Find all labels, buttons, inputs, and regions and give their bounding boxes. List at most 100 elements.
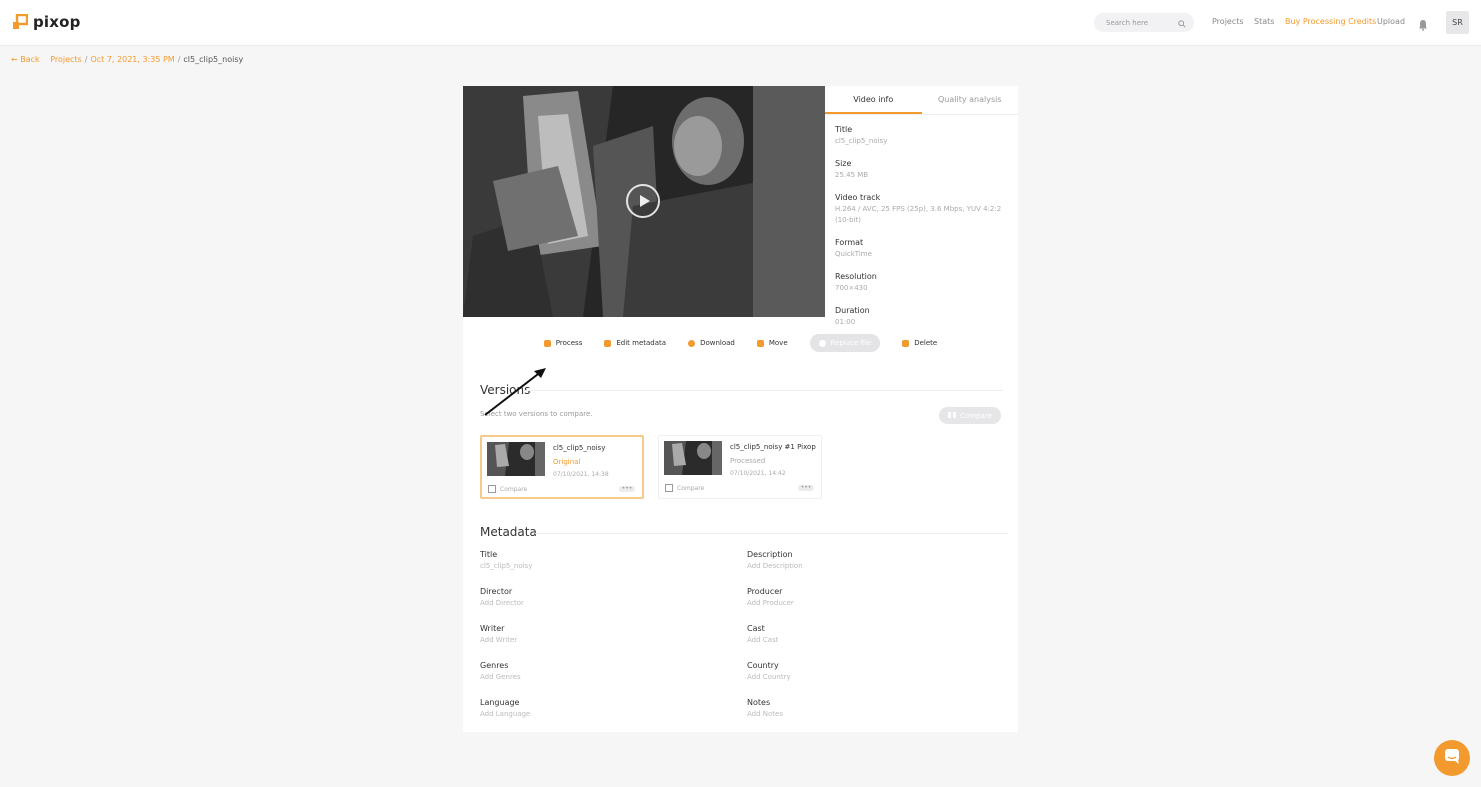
logo-text: pixop bbox=[33, 13, 81, 31]
edit-metadata-button[interactable]: Edit metadata bbox=[604, 339, 666, 347]
breadcrumb-separator: / bbox=[177, 55, 181, 64]
checkbox-icon[interactable] bbox=[488, 485, 496, 493]
avatar[interactable]: SR bbox=[1446, 11, 1469, 34]
metadata-value[interactable]: Add Country bbox=[747, 672, 987, 683]
back-link[interactable]: ← Back bbox=[11, 55, 40, 64]
compare-label: Compare bbox=[960, 411, 992, 420]
version-card-original[interactable]: cl5_clip5_noisy Original 07/10/2021, 14:… bbox=[480, 435, 644, 499]
process-button[interactable]: Process bbox=[543, 339, 582, 347]
metadata-field-producer[interactable]: Producer Add Producer bbox=[747, 586, 987, 623]
edit-metadata-label: Edit metadata bbox=[616, 339, 667, 347]
video-info-panel: Title cl5_clip5_noisy Size 25.45 MB Vide… bbox=[835, 124, 1010, 339]
move-button[interactable]: Move bbox=[756, 339, 788, 347]
metadata-field-writer[interactable]: Writer Add Writer bbox=[480, 623, 720, 660]
video-player[interactable] bbox=[463, 86, 825, 317]
metadata-label: Title bbox=[480, 550, 498, 559]
chat-icon bbox=[1444, 748, 1460, 768]
metadata-value[interactable]: Add Cast bbox=[747, 635, 987, 646]
info-label: Title bbox=[835, 125, 853, 134]
nav-upload[interactable]: Upload bbox=[1377, 17, 1405, 26]
metadata-label: Cast bbox=[747, 624, 765, 633]
download-label: Download bbox=[700, 339, 735, 347]
tab-video-info[interactable]: Video info bbox=[825, 86, 922, 114]
metadata-label: Language bbox=[480, 698, 520, 707]
metadata-field-genres[interactable]: Genres Add Genres bbox=[480, 660, 720, 697]
info-value: 700×430 bbox=[835, 284, 868, 292]
info-label: Size bbox=[835, 159, 852, 168]
metadata-field-description[interactable]: Description Add Description bbox=[747, 549, 987, 586]
chat-launcher-button[interactable] bbox=[1434, 740, 1470, 776]
info-tabs: Video info Quality analysis bbox=[825, 86, 1018, 115]
trash-icon bbox=[902, 339, 910, 347]
breadcrumb-current: cl5_clip5_noisy bbox=[183, 55, 244, 64]
version-status: Processed bbox=[730, 457, 766, 465]
version-card-processed[interactable]: cl5_clip5_noisy #1 Pixop Processed 07/10… bbox=[658, 435, 822, 499]
pixop-logo[interactable]: pixop bbox=[12, 13, 81, 31]
nav-projects[interactable]: Projects bbox=[1212, 17, 1244, 26]
version-thumbnail bbox=[664, 441, 722, 475]
action-toolbar: Process Edit metadata Download Move Repl… bbox=[463, 317, 1018, 369]
compare-button[interactable]: Compare bbox=[939, 407, 1001, 424]
metadata-label: Producer bbox=[747, 587, 783, 596]
metadata-value[interactable]: Add Notes bbox=[747, 709, 987, 720]
replace-file-button[interactable]: Replace file bbox=[809, 334, 881, 352]
checkbox-icon[interactable] bbox=[665, 484, 673, 492]
more-icon[interactable]: ••• bbox=[798, 485, 814, 491]
metadata-value[interactable]: Add Language bbox=[480, 709, 720, 720]
nav-buy-credits[interactable]: Buy Processing Credits bbox=[1285, 17, 1376, 26]
metadata-value[interactable]: Add Genres bbox=[480, 672, 720, 683]
metadata-field-title[interactable]: Title cl5_clip5_noisy bbox=[480, 549, 720, 586]
more-icon[interactable]: ••• bbox=[619, 486, 635, 492]
metadata-field-language[interactable]: Language Add Language bbox=[480, 697, 720, 734]
metadata-value[interactable]: Add Description bbox=[747, 561, 987, 572]
info-label: Video track bbox=[835, 193, 881, 202]
metadata-value[interactable]: cl5_clip5_noisy bbox=[480, 561, 720, 572]
metadata-label: Director bbox=[480, 587, 513, 596]
search-icon[interactable] bbox=[1178, 13, 1186, 32]
process-icon bbox=[543, 339, 551, 347]
download-button[interactable]: Download bbox=[688, 339, 735, 347]
breadcrumb-date[interactable]: Oct 7, 2021, 3:35 PM bbox=[90, 55, 174, 64]
tab-quality-analysis[interactable]: Quality analysis bbox=[922, 86, 1019, 114]
replace-file-label: Replace file bbox=[830, 339, 872, 347]
metadata-field-country[interactable]: Country Add Country bbox=[747, 660, 987, 697]
info-value: 25.45 MB bbox=[835, 171, 869, 179]
metadata-value[interactable]: Add Writer bbox=[480, 635, 720, 646]
metadata-label: Country bbox=[747, 661, 779, 670]
version-thumbnail bbox=[487, 442, 545, 476]
breadcrumb-separator: / bbox=[84, 55, 88, 64]
version-date: 07/10/2021, 14:38 bbox=[553, 471, 609, 478]
bell-icon[interactable] bbox=[1418, 16, 1428, 35]
version-compare-checkbox[interactable]: Compare bbox=[488, 485, 527, 493]
version-date: 07/10/2021, 14:42 bbox=[730, 470, 786, 477]
delete-label: Delete bbox=[914, 339, 938, 347]
metadata-right-column: Description Add Description Producer Add P… bbox=[747, 549, 987, 734]
nav-stats[interactable]: Stats bbox=[1254, 17, 1274, 26]
metadata-field-cast[interactable]: Cast Add Cast bbox=[747, 623, 987, 660]
metadata-title: Metadata bbox=[480, 525, 537, 539]
version-compare-checkbox[interactable]: Compare bbox=[665, 484, 704, 492]
metadata-label: Genres bbox=[480, 661, 509, 670]
play-button[interactable] bbox=[626, 184, 660, 218]
info-size: Size 25.45 MB bbox=[835, 158, 1010, 181]
move-icon bbox=[756, 339, 764, 347]
metadata-field-notes[interactable]: Notes Add Notes bbox=[747, 697, 987, 734]
breadcrumb-projects[interactable]: Projects bbox=[50, 55, 82, 64]
info-title: Title cl5_clip5_noisy bbox=[835, 124, 1010, 147]
breadcrumb: ← Back Projects / Oct 7, 2021, 3:35 PM / cl5… bbox=[11, 55, 243, 64]
metadata-label: Writer bbox=[480, 624, 505, 633]
metadata-field-director[interactable]: Director Add Director bbox=[480, 586, 720, 623]
search-box[interactable] bbox=[1094, 13, 1194, 32]
divider bbox=[535, 533, 1008, 534]
metadata-value[interactable]: Add Director bbox=[480, 598, 720, 609]
info-value: QuickTime bbox=[835, 250, 872, 258]
search-input[interactable] bbox=[1104, 17, 1178, 28]
tag-icon bbox=[604, 339, 612, 347]
version-compare-label: Compare bbox=[677, 484, 705, 492]
version-title: cl5_clip5_noisy bbox=[553, 444, 606, 452]
info-label: Format bbox=[835, 238, 864, 247]
divider bbox=[523, 390, 1003, 391]
move-label: Move bbox=[768, 339, 788, 347]
metadata-value[interactable]: Add Producer bbox=[747, 598, 987, 609]
delete-button[interactable]: Delete bbox=[902, 339, 937, 347]
